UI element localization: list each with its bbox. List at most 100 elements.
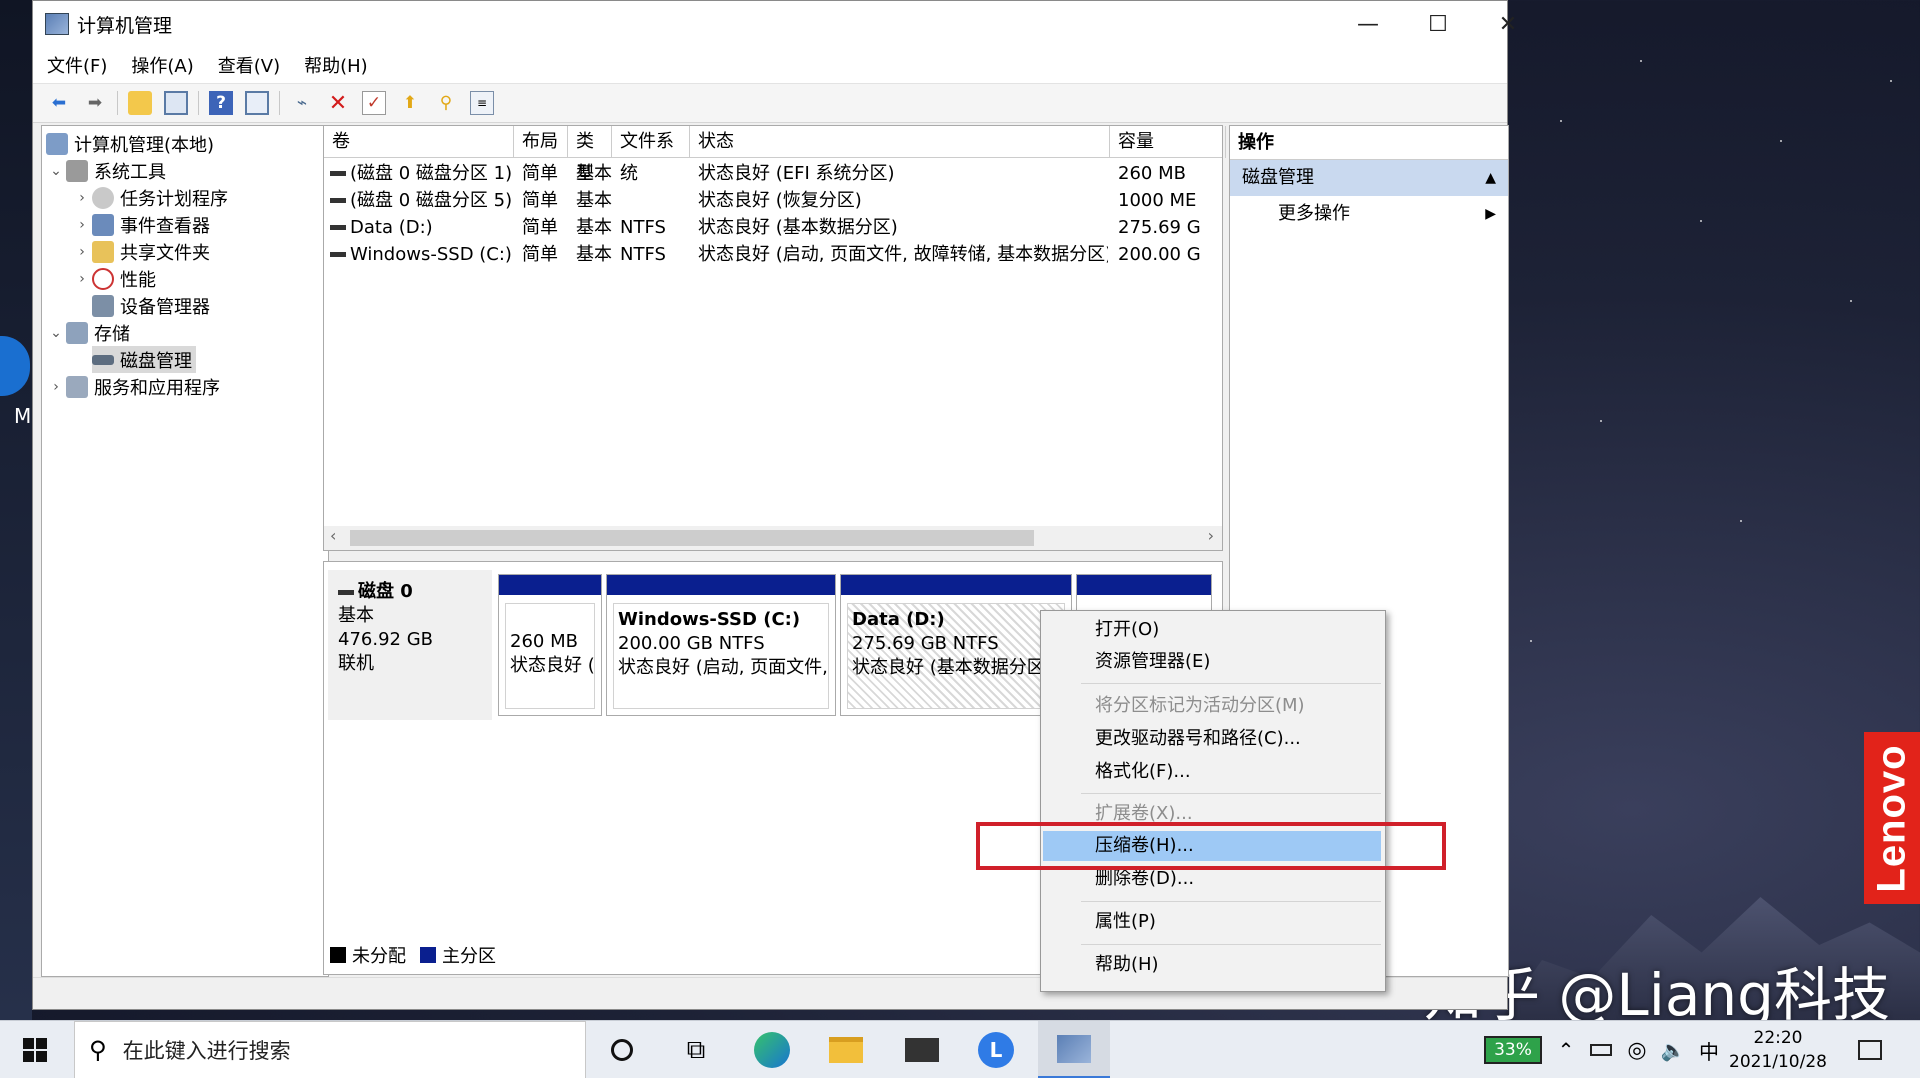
table-row[interactable]: Data (D:) 简单 基本 NTFS 状态良好 (基本数据分区) 275.6…: [324, 214, 1222, 241]
desktop-app-label: M: [14, 404, 32, 428]
col-status[interactable]: 状态: [690, 126, 1110, 158]
col-filesystem[interactable]: 文件系统: [612, 126, 690, 184]
menu-item-open[interactable]: 打开(O): [1043, 615, 1381, 645]
more-actions-item[interactable]: 更多操作 ▶: [1230, 196, 1508, 232]
scroll-left-icon[interactable]: ‹: [330, 526, 336, 545]
partition-data[interactable]: Data (D:) 275.69 GB NTFS 状态良好 (基本数据分区: [840, 574, 1072, 716]
close-button[interactable]: ✕: [1473, 1, 1543, 47]
edge-icon[interactable]: [742, 1021, 802, 1078]
up-folder-icon[interactable]: [128, 91, 152, 115]
chevron-down-icon[interactable]: ⌄: [46, 163, 66, 179]
menu-help[interactable]: 帮助(H): [304, 52, 368, 78]
window-title: 计算机管理: [77, 14, 173, 37]
partition-windows-ssd[interactable]: Windows-SSD (C:) 200.00 GB NTFS 状态良好 (启动…: [606, 574, 836, 716]
tree-item-performance[interactable]: › 性能: [72, 265, 156, 292]
taskbar-search[interactable]: ⚲ 在此键入进行搜索: [74, 1021, 586, 1078]
search-icon[interactable]: ⚲: [434, 91, 458, 115]
battery-icon[interactable]: [1586, 1021, 1616, 1078]
menu-file[interactable]: 文件(F): [47, 52, 107, 78]
partition-body: Windows-SSD (C:) 200.00 GB NTFS 状态良好 (启动…: [613, 603, 829, 709]
table-row[interactable]: Windows-SSD (C:) 简单 基本 NTFS 状态良好 (启动, 页面…: [324, 241, 1222, 268]
menu-item-format[interactable]: 格式化(F)...: [1043, 757, 1381, 787]
disk-info[interactable]: 磁盘 0 基本 476.92 GB 联机: [328, 570, 492, 720]
disk-kind: 基本: [338, 605, 374, 626]
menu-view[interactable]: 查看(V): [218, 52, 280, 78]
cell-volume: (磁盘 0 磁盘分区 1): [350, 163, 512, 184]
chevron-up-icon[interactable]: ⌃: [1552, 1021, 1580, 1078]
show-tree-icon[interactable]: [164, 91, 188, 115]
menu-action[interactable]: 操作(A): [131, 52, 193, 78]
tree-item-shared-folders[interactable]: › 共享文件夹: [72, 238, 210, 265]
tree-item-task-scheduler[interactable]: › 任务计划程序: [72, 184, 228, 211]
delete-icon[interactable]: ✕: [326, 91, 350, 116]
cell-type: 基本: [576, 190, 612, 211]
cell-volume: Windows-SSD (C:): [350, 244, 512, 265]
volume-drive-icon: [330, 252, 346, 257]
help-icon[interactable]: ?: [209, 91, 233, 115]
properties-icon[interactable]: [245, 91, 269, 115]
disk-icon: [338, 589, 354, 595]
menu-separator: [1081, 944, 1381, 945]
actions-section-disk-management[interactable]: 磁盘管理 ▲: [1230, 160, 1508, 196]
tree-item-device-manager[interactable]: 设备管理器: [92, 292, 210, 319]
minimize-button[interactable]: —: [1333, 1, 1403, 47]
task-view-icon[interactable]: ⧉: [666, 1021, 726, 1078]
network-icon[interactable]: ◎: [1622, 1021, 1652, 1078]
cell-layout: 简单: [522, 244, 558, 265]
collapse-icon[interactable]: ▲: [1485, 160, 1496, 196]
chevron-down-icon[interactable]: ⌄: [46, 325, 66, 341]
partition-efi[interactable]: 260 MB 状态良好 (: [498, 574, 602, 716]
export-icon[interactable]: ⬆: [398, 91, 422, 115]
forward-icon[interactable]: ➡: [83, 91, 107, 115]
chevron-right-icon[interactable]: ›: [46, 379, 66, 395]
chevron-right-icon[interactable]: ›: [72, 217, 92, 233]
chevron-right-icon[interactable]: ›: [72, 244, 92, 260]
battery-indicator[interactable]: 33%: [1482, 1021, 1544, 1078]
partition-status: 状态良好 (基本数据分区: [852, 657, 1045, 678]
cell-capacity: 200.00 G: [1118, 244, 1201, 265]
lenovo-app-icon[interactable]: L: [966, 1021, 1026, 1078]
list-icon[interactable]: ≡: [470, 91, 494, 115]
tree-item-root[interactable]: 计算机管理(本地): [46, 130, 214, 157]
callout-highlight-box: [976, 822, 1446, 870]
file-explorer-icon[interactable]: [816, 1021, 876, 1078]
menu-item-properties[interactable]: 属性(P): [1043, 907, 1381, 937]
start-button[interactable]: [0, 1021, 70, 1078]
tree-item-storage[interactable]: ⌄ 存储: [46, 319, 130, 346]
menu-item-help[interactable]: 帮助(H): [1043, 950, 1381, 980]
connect-icon[interactable]: ⌁: [290, 91, 314, 115]
clock[interactable]: 22:20 2021/10/28: [1728, 1021, 1828, 1078]
notification-icon[interactable]: [1850, 1021, 1890, 1078]
chevron-right-icon[interactable]: ›: [72, 190, 92, 206]
check-icon[interactable]: ✓: [362, 91, 386, 115]
tree-item-services-apps[interactable]: › 服务和应用程序: [46, 373, 220, 400]
col-layout[interactable]: 布局: [514, 126, 568, 158]
col-type[interactable]: 类型: [568, 126, 612, 184]
mail-icon[interactable]: [892, 1021, 952, 1078]
tree-item-event-viewer[interactable]: › 事件查看器: [72, 211, 210, 238]
legend: 未分配 主分区: [330, 942, 496, 968]
clock-date: 2021/10/28: [1729, 1052, 1827, 1072]
col-volume[interactable]: 卷: [324, 126, 514, 158]
col-capacity[interactable]: 容量: [1110, 126, 1226, 158]
volume-icon[interactable]: 🔈: [1658, 1021, 1688, 1078]
battery-percent: 33%: [1484, 1036, 1542, 1064]
tree-item-disk-management[interactable]: 磁盘管理: [92, 346, 196, 373]
computer-management-taskbar-icon[interactable]: [1038, 1021, 1110, 1078]
partition-body: 260 MB 状态良好 (: [505, 603, 595, 709]
cortana-icon[interactable]: [592, 1021, 652, 1078]
chevron-right-icon[interactable]: ›: [72, 271, 92, 287]
scroll-right-icon[interactable]: ›: [1208, 526, 1214, 545]
maximize-button[interactable]: ☐: [1403, 1, 1473, 47]
back-icon[interactable]: ⬅: [47, 91, 71, 115]
scrollbar-thumb[interactable]: [350, 530, 1034, 546]
menu-item-explorer[interactable]: 资源管理器(E): [1043, 647, 1381, 677]
partition-title: Windows-SSD (C:): [618, 609, 801, 630]
title-bar[interactable]: 计算机管理 — ☐ ✕: [33, 1, 1517, 47]
ime-indicator[interactable]: 中: [1694, 1021, 1724, 1078]
tree-item-system-tools[interactable]: ⌄ 系统工具: [46, 157, 166, 184]
menu-item-change-drive-letter[interactable]: 更改驱动器号和路径(C)...: [1043, 724, 1381, 754]
table-row[interactable]: (磁盘 0 磁盘分区 1) 简单 基本 状态良好 (EFI 系统分区) 260 …: [324, 160, 1222, 187]
table-row[interactable]: (磁盘 0 磁盘分区 5) 简单 基本 状态良好 (恢复分区) 1000 ME: [324, 187, 1222, 214]
horizontal-scrollbar[interactable]: ‹ ›: [324, 526, 1222, 550]
